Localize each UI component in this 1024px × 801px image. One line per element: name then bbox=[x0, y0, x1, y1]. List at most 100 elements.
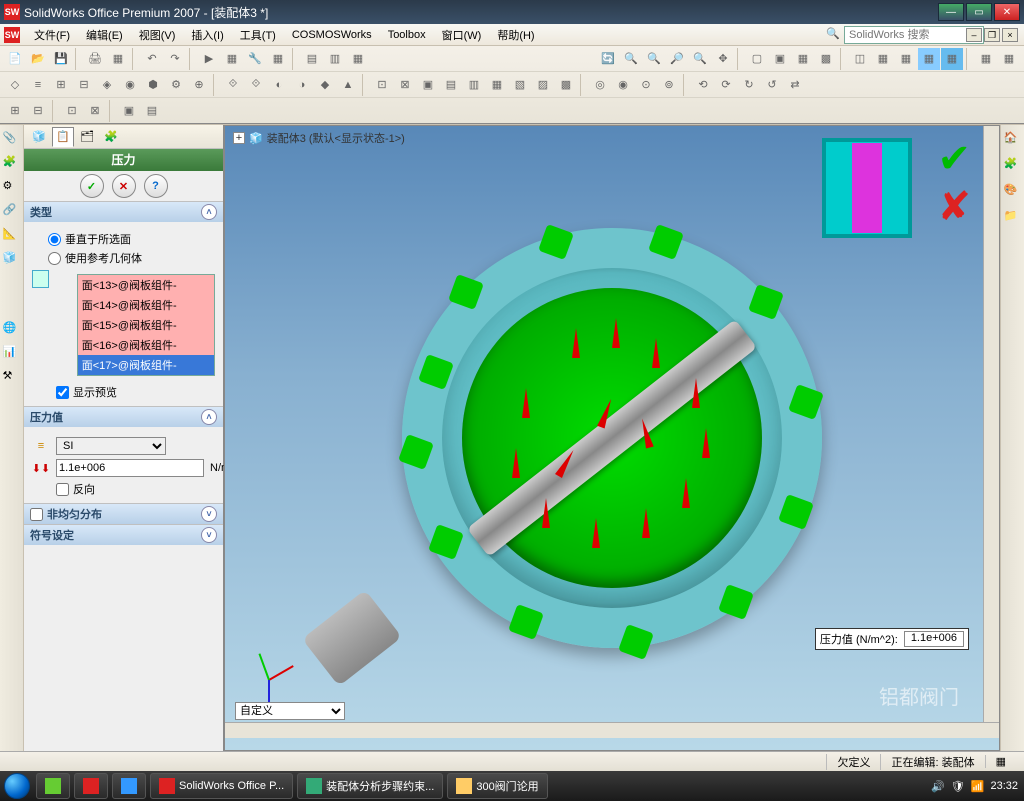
cmd-icon[interactable]: ⚙ bbox=[3, 179, 21, 197]
toolbar-button[interactable]: ▦ bbox=[998, 48, 1020, 70]
tray-icon[interactable]: 🔊 bbox=[931, 780, 945, 793]
section-value-header[interactable]: 压力值˄ bbox=[24, 407, 223, 427]
menu-cosmos[interactable]: COSMOSWorks bbox=[284, 27, 380, 43]
display-wireframe-button[interactable]: ▢ bbox=[746, 48, 768, 70]
toolbar-button[interactable]: ⇄ bbox=[784, 74, 806, 96]
menu-file[interactable]: 文件(F) bbox=[26, 25, 78, 45]
display-shaded-button[interactable]: ▦ bbox=[792, 48, 814, 70]
menu-tools[interactable]: 工具(T) bbox=[232, 25, 284, 45]
toolbar-button[interactable]: ⊡ bbox=[371, 74, 393, 96]
toolbar-button[interactable]: ⊕ bbox=[188, 74, 210, 96]
list-item[interactable]: 面<16>@阀板组件- bbox=[78, 335, 214, 355]
task-icon[interactable]: 🧩 bbox=[1004, 157, 1022, 175]
toolbar-button[interactable]: ▦ bbox=[107, 48, 129, 70]
graphics-viewport[interactable]: + 🧊 装配体3 (默认<显示状态-1>) ✔ ✘ bbox=[224, 125, 1000, 751]
menu-window[interactable]: 窗口(W) bbox=[434, 25, 490, 45]
flyout-tree[interactable]: + 🧊 装配体3 (默认<显示状态-1>) bbox=[233, 130, 405, 146]
cmd-icon[interactable]: 🔗 bbox=[3, 203, 21, 221]
pan-button[interactable]: ✥ bbox=[712, 48, 734, 70]
show-preview-checkbox[interactable]: 显示预览 bbox=[56, 384, 215, 400]
toolbar-button[interactable]: ▦ bbox=[872, 48, 894, 70]
help-button[interactable]: ? bbox=[144, 174, 168, 198]
toolbar-button[interactable]: ▦ bbox=[941, 48, 963, 70]
list-item[interactable]: 面<14>@阀板组件- bbox=[78, 295, 214, 315]
open-button[interactable]: 📂 bbox=[27, 48, 49, 70]
section-distribution-header[interactable]: 非均匀分布˅ bbox=[24, 504, 223, 524]
print-button[interactable]: 🖨 bbox=[84, 48, 106, 70]
start-button[interactable] bbox=[0, 771, 34, 801]
task-icon[interactable]: 🏠 bbox=[1004, 131, 1022, 149]
quicklaunch-item[interactable] bbox=[112, 773, 146, 799]
toolbar-button[interactable]: ⊠ bbox=[394, 74, 416, 96]
tab-property-manager[interactable]: 📋 bbox=[52, 127, 74, 147]
expand-icon[interactable]: + bbox=[233, 132, 245, 144]
display-hidden-button[interactable]: ▣ bbox=[769, 48, 791, 70]
toolbar-button[interactable]: ≡ bbox=[27, 74, 49, 96]
toolbar-button[interactable]: ▤ bbox=[301, 48, 323, 70]
zoom-fit-button[interactable]: 🔍 bbox=[620, 48, 642, 70]
toolbar-button[interactable]: ◆ bbox=[314, 74, 336, 96]
tray-icon[interactable]: 📶 bbox=[971, 780, 985, 793]
toolbar-button[interactable]: ▣ bbox=[118, 100, 140, 122]
display-shaded-edges-button[interactable]: ▩ bbox=[815, 48, 837, 70]
toolbar-button[interactable]: ⊠ bbox=[84, 100, 106, 122]
toolbar-button[interactable]: ▥ bbox=[324, 48, 346, 70]
cmd-icon[interactable]: ⚒ bbox=[3, 369, 21, 387]
maximize-button[interactable]: ▭ bbox=[966, 3, 992, 21]
minimize-button[interactable]: — bbox=[938, 3, 964, 21]
menu-insert[interactable]: 插入(I) bbox=[183, 25, 231, 45]
taskbar-item-solidworks[interactable]: SolidWorks Office P... bbox=[150, 773, 293, 799]
face-selection-list[interactable]: 面<13>@阀板组件- 面<14>@阀板组件- 面<15>@阀板组件- 面<16… bbox=[77, 274, 215, 376]
toolbar-button[interactable]: ⊞ bbox=[4, 100, 26, 122]
tab-cosmos[interactable]: 🧩 bbox=[100, 127, 122, 147]
list-item[interactable]: 面<17>@阀板组件- bbox=[78, 355, 214, 375]
cmd-icon[interactable]: 📐 bbox=[3, 227, 21, 245]
menu-help[interactable]: 帮助(H) bbox=[489, 25, 542, 45]
menu-edit[interactable]: 编辑(E) bbox=[78, 25, 131, 45]
mdi-restore-button[interactable]: ❐ bbox=[984, 28, 1000, 42]
quicklaunch-item[interactable] bbox=[74, 773, 108, 799]
toolbar-button[interactable]: ⊟ bbox=[73, 74, 95, 96]
toolbar-button[interactable]: ⚙ bbox=[165, 74, 187, 96]
toolbar-button[interactable]: ▤ bbox=[440, 74, 462, 96]
rebuild-button[interactable]: 🔧 bbox=[244, 48, 266, 70]
search-input[interactable] bbox=[844, 26, 984, 44]
cmd-icon[interactable]: 🧊 bbox=[3, 251, 21, 269]
pressure-callout[interactable]: 压力值 (N/m^2): 1.1e+006 bbox=[815, 628, 969, 650]
callout-value[interactable]: 1.1e+006 bbox=[904, 631, 964, 647]
toolbar-button[interactable]: ▦ bbox=[918, 48, 940, 70]
toolbar-button[interactable]: ▥ bbox=[463, 74, 485, 96]
toolbar-button[interactable]: ⟳ bbox=[715, 74, 737, 96]
tab-feature-tree[interactable]: 🧊 bbox=[28, 127, 50, 147]
select-button[interactable]: ▶ bbox=[198, 48, 220, 70]
toolbar-button[interactable]: ▦ bbox=[486, 74, 508, 96]
radio-use-reference[interactable]: 使用参考几何体 bbox=[48, 250, 215, 266]
radio-normal-to-face[interactable]: 垂直于所选面 bbox=[48, 231, 215, 247]
clock[interactable]: 23:32 bbox=[990, 780, 1018, 792]
toolbar-button[interactable]: ⟲ bbox=[692, 74, 714, 96]
toolbar-button[interactable]: ⊙ bbox=[635, 74, 657, 96]
ok-button[interactable]: ✓ bbox=[80, 174, 104, 198]
toolbar-button[interactable]: ⟐ bbox=[222, 74, 244, 96]
toolbar-button[interactable]: ▲ bbox=[337, 74, 359, 96]
list-item[interactable]: 面<13>@阀板组件- bbox=[78, 275, 214, 295]
section-type-header[interactable]: 类型˄ bbox=[24, 202, 223, 222]
vertical-scrollbar[interactable] bbox=[983, 126, 999, 722]
toolbar-button[interactable]: ▦ bbox=[895, 48, 917, 70]
toolbar-button[interactable]: ◇ bbox=[4, 74, 26, 96]
task-icon[interactable]: 📁 bbox=[1004, 209, 1022, 227]
toolbar-button[interactable]: ▦ bbox=[221, 48, 243, 70]
view-orbit-button[interactable]: 🔄 bbox=[597, 48, 619, 70]
toolbar-button[interactable]: ⬢ bbox=[142, 74, 164, 96]
section-view-button[interactable]: ◫ bbox=[849, 48, 871, 70]
toolbar-button[interactable]: ◈ bbox=[96, 74, 118, 96]
mdi-minimize-button[interactable]: – bbox=[966, 28, 982, 42]
cancel-button[interactable]: ✕ bbox=[112, 174, 136, 198]
toolbar-button[interactable]: ▦ bbox=[347, 48, 369, 70]
close-button[interactable]: ✕ bbox=[994, 3, 1020, 21]
redo-button[interactable]: ↷ bbox=[164, 48, 186, 70]
unit-system-select[interactable]: SI bbox=[56, 437, 166, 455]
new-button[interactable]: 📄 bbox=[4, 48, 26, 70]
list-item[interactable]: 面<15>@阀板组件- bbox=[78, 315, 214, 335]
toolbar-button[interactable]: ◐ bbox=[268, 74, 290, 96]
